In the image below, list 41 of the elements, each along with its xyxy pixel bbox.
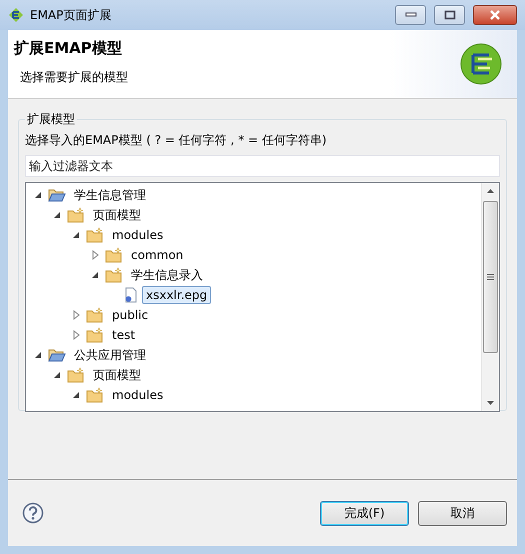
folder-icon <box>86 387 104 403</box>
close-button[interactable] <box>473 5 517 25</box>
help-icon[interactable] <box>22 502 44 524</box>
maximize-button[interactable] <box>434 5 465 25</box>
folder-icon <box>86 307 104 323</box>
tree-item[interactable]: 公共应用管理 <box>70 344 150 366</box>
minimize-icon <box>404 12 416 18</box>
window-title: EMAP页面扩展 <box>30 6 112 24</box>
filter-field[interactable]: 输入过滤器文本 <box>25 155 500 177</box>
folder-icon <box>86 227 104 243</box>
tree-item[interactable]: common <box>127 246 188 264</box>
group-title: 扩展模型 <box>26 111 76 128</box>
page-title: 扩展EMAP模型 <box>14 39 123 58</box>
folder-icon <box>105 247 123 263</box>
logo-icon <box>459 42 503 86</box>
tree-item[interactable]: modules <box>108 226 168 244</box>
scrollbar[interactable] <box>481 183 499 411</box>
scrollbar-thumb[interactable] <box>483 201 498 353</box>
tree-item[interactable]: xsxxlr.epg <box>142 286 212 304</box>
tree-item[interactable]: 学生信息管理 <box>70 184 150 206</box>
tree-item[interactable]: modules <box>108 386 168 404</box>
cancel-button[interactable]: 取消 <box>418 500 507 526</box>
file-icon <box>124 287 138 303</box>
tree-item[interactable]: 学生信息录入 <box>127 264 207 286</box>
folder-icon <box>86 327 104 343</box>
tree-item[interactable]: test <box>108 326 140 344</box>
maximize-icon <box>444 10 456 20</box>
open-folder-icon <box>48 187 66 203</box>
minimize-button[interactable] <box>395 5 426 25</box>
tree-item[interactable]: 页面模型 <box>89 204 145 226</box>
folder-icon <box>67 207 85 223</box>
folder-icon <box>67 367 85 383</box>
instruction-text: 选择导入的EMAP模型 ( ? = 任何字符 , * = 任何字符串) <box>25 132 328 149</box>
logo-icon <box>8 7 24 23</box>
close-icon <box>488 10 502 20</box>
tree-item[interactable]: 页面模型 <box>89 364 145 386</box>
folder-icon <box>105 267 123 283</box>
tree-item[interactable]: public <box>108 306 152 324</box>
page-subtitle: 选择需要扩展的模型 <box>20 69 129 86</box>
open-folder-icon <box>48 347 66 363</box>
finish-button[interactable]: 完成(F) <box>320 500 409 526</box>
